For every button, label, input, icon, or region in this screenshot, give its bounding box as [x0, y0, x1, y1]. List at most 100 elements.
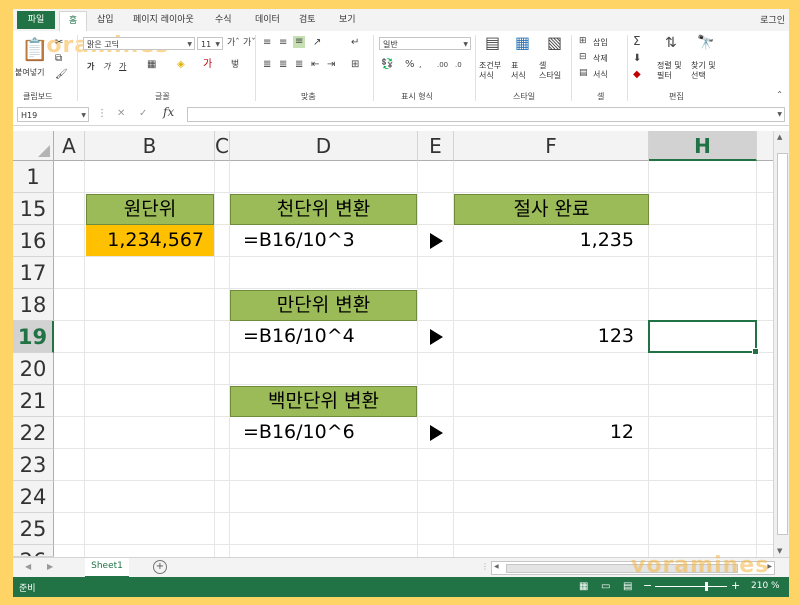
- collapse-ribbon-icon[interactable]: ⌃: [776, 89, 783, 101]
- row-header-26[interactable]: 26: [13, 545, 54, 557]
- find-select-button[interactable]: 찾기 및 선택: [691, 61, 716, 81]
- cell-d16[interactable]: =B16/10^3: [243, 225, 355, 256]
- paste-icon[interactable]: 📋: [21, 39, 48, 63]
- tab-insert[interactable]: 삽입: [97, 12, 114, 25]
- column-header-d[interactable]: D: [230, 131, 418, 161]
- sheet-tab-sheet1[interactable]: Sheet1: [85, 558, 129, 578]
- cell-b16[interactable]: 1,234,567: [86, 225, 214, 256]
- clear-icon[interactable]: ◆: [633, 69, 641, 81]
- cell-f16[interactable]: 1,235: [454, 225, 634, 256]
- column-header-h[interactable]: H: [649, 131, 757, 161]
- conditional-format-button[interactable]: 조건부 서식: [479, 61, 501, 81]
- cancel-icon[interactable]: ✕: [117, 108, 125, 120]
- row-header-22[interactable]: 22: [13, 417, 54, 449]
- insert-cells-icon[interactable]: ⊞: [579, 35, 587, 47]
- number-format-combo[interactable]: 일반 ▼: [379, 37, 471, 50]
- cell-b15[interactable]: 원단위: [86, 194, 214, 225]
- zoom-in-icon[interactable]: +: [731, 579, 740, 592]
- format-as-table-button[interactable]: 표 서식: [511, 61, 526, 81]
- autosum-icon[interactable]: Σ: [633, 35, 641, 47]
- phonetic-icon[interactable]: 벟: [231, 59, 239, 71]
- orientation-icon[interactable]: ↗: [313, 37, 321, 49]
- normal-view-icon[interactable]: ▦: [579, 581, 588, 592]
- new-sheet-icon[interactable]: +: [153, 560, 167, 574]
- column-header-e[interactable]: E: [418, 131, 454, 161]
- conditional-format-icon[interactable]: ▤: [485, 35, 500, 51]
- wrap-text-icon[interactable]: ↵: [351, 37, 359, 49]
- align-right-icon[interactable]: ≣: [295, 59, 303, 71]
- format-cells-icon[interactable]: ▤: [579, 67, 588, 79]
- page-layout-view-icon[interactable]: ▭: [601, 581, 610, 592]
- font-color-icon[interactable]: 가: [203, 59, 212, 71]
- merge-center-icon[interactable]: ⊞: [351, 59, 359, 71]
- italic-button[interactable]: 가: [103, 61, 110, 72]
- cell-f22[interactable]: 12: [454, 417, 634, 448]
- cell-f19[interactable]: 123: [454, 321, 634, 352]
- align-center-icon[interactable]: ≣: [279, 59, 287, 71]
- font-name-combo[interactable]: 맑은 고딕 ▼: [83, 37, 195, 50]
- row-header-18[interactable]: 18: [13, 289, 54, 321]
- row-header-20[interactable]: 20: [13, 353, 54, 385]
- cell-styles-button[interactable]: 셀 스타일: [539, 61, 561, 81]
- page-break-view-icon[interactable]: ▤: [623, 581, 632, 592]
- align-left-icon[interactable]: ≣: [263, 59, 271, 71]
- scroll-up-icon[interactable]: ▲: [777, 133, 782, 141]
- row-header-24[interactable]: 24: [13, 481, 54, 513]
- paste-button-label[interactable]: 붙여넣기: [15, 67, 44, 78]
- tab-view[interactable]: 보기: [339, 12, 356, 25]
- grow-font-icon[interactable]: 가ˆ: [227, 37, 240, 49]
- cell-d15[interactable]: 천단위 변환: [230, 194, 417, 225]
- scroll-left-icon[interactable]: ◀: [494, 563, 499, 570]
- row-header-21[interactable]: 21: [13, 385, 54, 417]
- delete-cells-icon[interactable]: ⊟: [579, 51, 587, 63]
- row-header-23[interactable]: 23: [13, 449, 54, 481]
- row-header-25[interactable]: 25: [13, 513, 54, 545]
- accounting-format-icon[interactable]: 💱: [381, 59, 393, 71]
- bold-button[interactable]: 가: [87, 61, 94, 72]
- zoom-slider-thumb[interactable]: [705, 582, 708, 591]
- column-header-b[interactable]: B: [85, 131, 215, 161]
- scroll-down-icon[interactable]: ▼: [777, 547, 782, 555]
- insert-function-icon[interactable]: fx: [163, 106, 174, 118]
- cell-styles-icon[interactable]: ▧: [547, 35, 562, 51]
- vertical-scroll-thumb[interactable]: [777, 153, 788, 535]
- format-cells-button[interactable]: 서식: [593, 69, 608, 80]
- sort-filter-icon[interactable]: ⇅: [665, 36, 677, 50]
- row-header-15[interactable]: 15: [13, 193, 54, 225]
- zoom-out-icon[interactable]: −: [643, 579, 652, 592]
- fill-color-icon[interactable]: ◈: [177, 59, 185, 71]
- insert-cells-button[interactable]: 삽입: [593, 37, 608, 48]
- tab-review[interactable]: 검토: [299, 12, 316, 25]
- row-header-19[interactable]: 19: [13, 321, 54, 353]
- format-as-table-icon[interactable]: ▦: [515, 35, 530, 51]
- copy-icon[interactable]: ⧉: [55, 53, 62, 65]
- cell-d18[interactable]: 만단위 변환: [230, 290, 417, 321]
- fill-icon[interactable]: ⬇: [633, 53, 641, 65]
- sort-filter-button[interactable]: 정렬 및 필터: [657, 61, 682, 81]
- indent-icon[interactable]: ⇤: [311, 59, 319, 71]
- align-middle-icon[interactable]: ≡: [279, 37, 287, 49]
- tab-file[interactable]: 파일: [17, 11, 55, 29]
- decrease-decimal-icon[interactable]: .0: [455, 59, 462, 71]
- tab-formulas[interactable]: 수식: [215, 12, 232, 25]
- shrink-font-icon[interactable]: 가ˇ: [243, 37, 256, 49]
- prev-sheet-icon[interactable]: ◀: [25, 562, 31, 571]
- next-sheet-icon[interactable]: ▶: [47, 562, 53, 571]
- vertical-scrollbar[interactable]: ▲ ▼: [773, 131, 789, 557]
- column-header-c[interactable]: C: [215, 131, 230, 161]
- name-box[interactable]: H19 ▼: [17, 107, 89, 122]
- cell-d22[interactable]: =B16/10^6: [243, 417, 355, 448]
- align-bottom-icon[interactable]: ≡: [293, 36, 306, 48]
- font-size-combo[interactable]: 11 ▼: [197, 37, 223, 50]
- tab-data[interactable]: 데이터: [255, 12, 280, 25]
- outdent-icon[interactable]: ⇥: [327, 59, 335, 71]
- delete-cells-button[interactable]: 삭제: [593, 53, 608, 64]
- fill-handle[interactable]: [752, 348, 759, 355]
- row-header-1[interactable]: 1: [13, 161, 54, 193]
- cell-d19[interactable]: =B16/10^4: [243, 321, 355, 352]
- login-link[interactable]: 로그인: [760, 13, 785, 26]
- column-header-f[interactable]: F: [454, 131, 649, 161]
- cut-icon[interactable]: ✂: [55, 37, 63, 49]
- sheet-bar-options-icon[interactable]: ⋮: [481, 562, 489, 571]
- more-options-icon[interactable]: ⋮: [97, 108, 107, 120]
